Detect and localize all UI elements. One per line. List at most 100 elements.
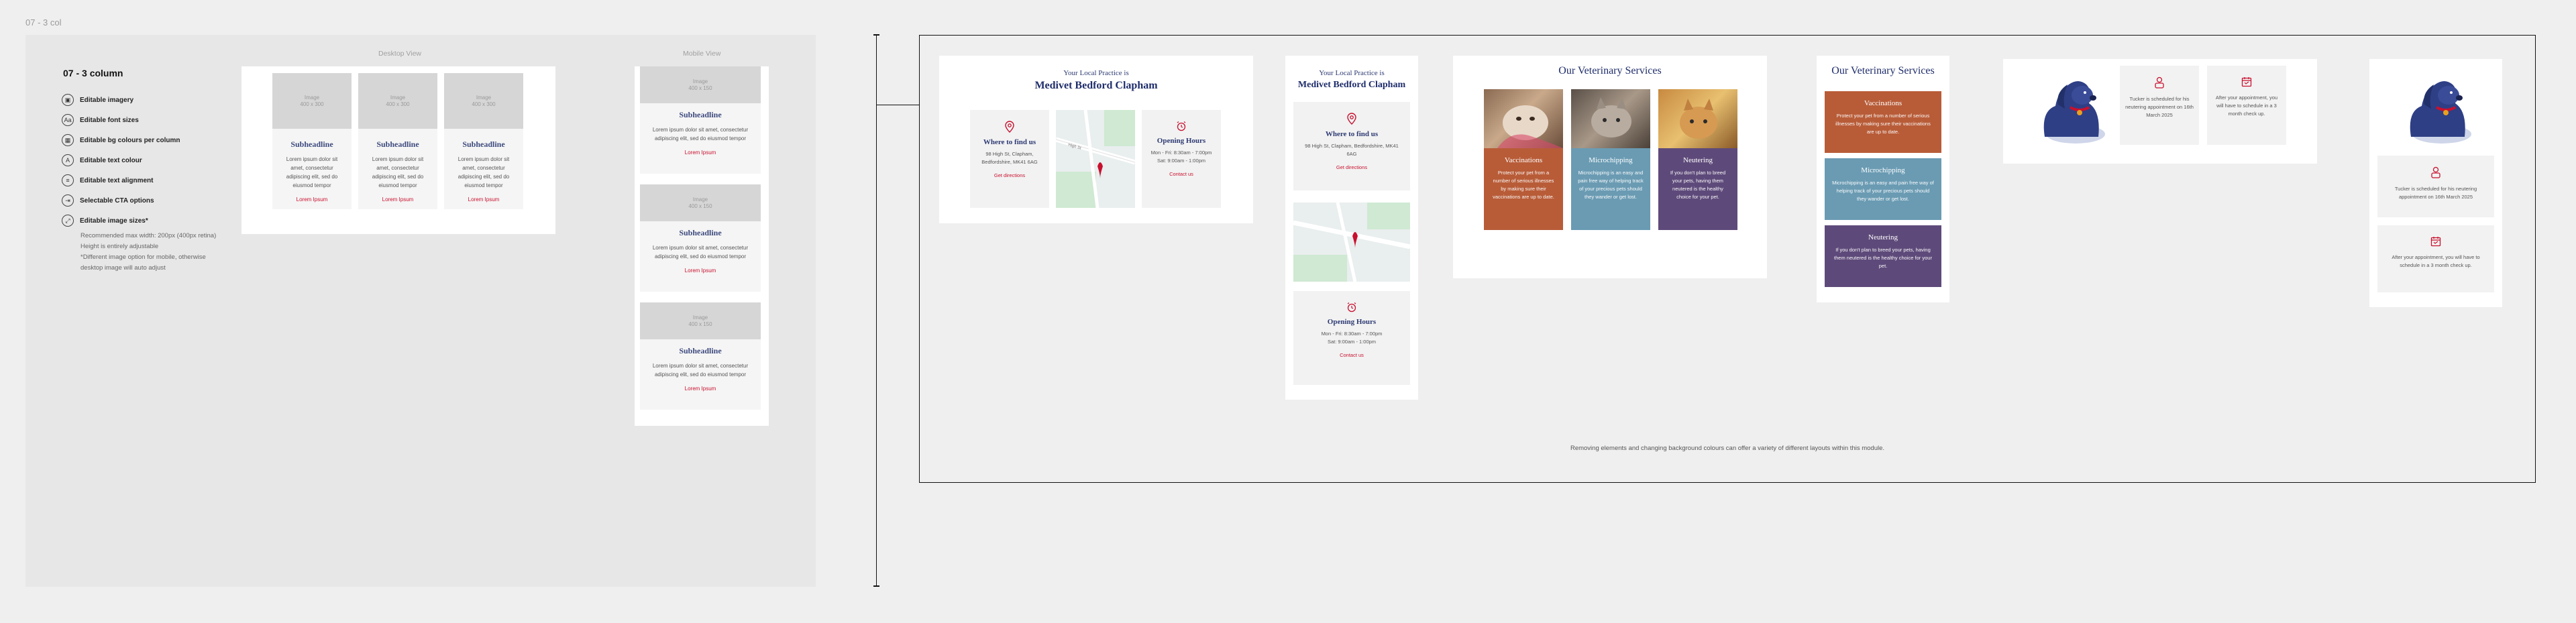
card-subheadline: Subheadline [376,139,419,149]
template-card: Image 400 x 300 Subheadline Lorem ipsum d… [272,73,352,209]
service-title: Neutering [1868,233,1898,241]
card-cta-link[interactable]: Lorem Ipsum [358,196,437,203]
service-text: Protect your pet from a number of seriou… [1493,170,1554,200]
pet-photo-cat [1571,89,1650,148]
pet-photo-dog [1484,89,1563,148]
template-card: Image 400 x 300 Subheadline Lorem ipsum d… [444,73,523,209]
person-icon [2155,76,2164,89]
card-body: Lorem ipsum dolor sit amet, consectetur … [286,156,338,188]
card-cta-link[interactable]: Lorem Ipsum [640,150,761,156]
dog-illustration [2043,81,2105,144]
hours-card: Opening Hours Mon - Fri: 8:30am - 7:00pm… [1293,291,1410,385]
connector-tick [873,585,879,587]
frame-name: 07 - 3 col [25,17,62,27]
image-icon: ▣ [62,94,74,106]
image-size-icon: ⤢ [62,215,74,227]
text-align-icon: ≡ [62,174,74,186]
service-column-microchipping: Microchipping Microchipping is an easy a… [1825,158,1941,220]
spec-item: ≡ Editable text alignment [62,170,236,190]
directions-link[interactable]: Get directions [970,172,1049,178]
location-pin-icon [1005,121,1014,133]
reminder-card: Tucker is scheduled for his neutering ap… [2120,66,2199,145]
bg-colour-icon: ▦ [62,134,74,146]
hours-line: Sat: 9:00am - 1:00pm [1157,158,1206,164]
contact-link[interactable]: Contact us [1293,352,1410,358]
alarm-clock-icon [1347,302,1356,313]
card-cta-link[interactable]: Lorem Ipsum [272,196,352,203]
image-placeholder-label: Image [390,94,406,101]
address: 98 High St, Clapham, Bedfordshire, MK41 … [981,151,1038,165]
image-placeholder-size: 400 x 300 [300,101,324,107]
spec-label: Editable image sizes* [80,217,148,225]
image-placeholder-label: Image [692,78,708,84]
service-text: If you don't plan to breed your pets, ha… [1670,170,1726,200]
spec-label: Editable font sizes [80,116,139,124]
image-placeholder-size: 400 x 150 [688,84,712,91]
image-placeholder-label: Image [476,94,492,101]
reminder-card: Tucker is scheduled for his neutering ap… [2377,156,2494,217]
reminder-text: After your appointment, you will have to… [2392,254,2480,268]
service-title: Neutering [1683,156,1713,164]
spec-title: 07 - 3 column [63,68,123,78]
spec-label: Editable bg colours per column [80,136,180,144]
practice-kicker: Your Local Practice is [1319,69,1385,77]
card-cta-link[interactable]: Lorem Ipsum [444,196,523,203]
person-icon [2431,166,2440,178]
contact-link[interactable]: Contact us [1142,171,1221,177]
image-placeholder: Image 400 x 150 [640,66,761,103]
spec-note: Recommended max width: 200px (400px reti… [80,232,217,239]
spec-label: Selectable CTA options [80,196,154,205]
card-body: Lorem ipsum dolor sit amet, consectetur … [652,127,749,141]
calendar-icon [2430,237,2441,247]
card-body: Lorem ipsum dolor sit amet, consectetur … [458,156,510,188]
where-title: Where to find us [983,138,1036,146]
card-cta-link[interactable]: Lorem Ipsum [640,268,761,274]
image-placeholder: Image 400 x 300 [444,73,523,129]
hours-title: Opening Hours [1157,137,1206,145]
service-column-vaccinations: Vaccinations Protect your pet from a num… [1484,148,1563,230]
services-title: Our Veterinary Services [1558,65,1662,76]
hours-line: Sat: 9:00am - 1:00pm [1327,339,1377,345]
spec-list: ▣ Editable imagery Aa Editable font sizes … [62,90,236,274]
dog-illustration [2410,81,2471,144]
spec-item: ⤢ Editable image sizes* [62,211,236,231]
practice-kicker: Your Local Practice is [1063,69,1129,77]
image-placeholder-size: 400 x 300 [472,101,496,107]
reminder-text: Tucker is scheduled for his neutering ap… [2125,96,2194,118]
cta-icon: ⇥ [62,194,74,207]
map[interactable]: High St [1056,110,1135,208]
image-placeholder-label: Image [304,94,320,101]
alarm-clock-icon [1177,121,1186,131]
card-body: Lorem ipsum dolor sit amet, consectetur … [372,156,424,188]
practice-name: Medivet Bedford Clapham [1034,80,1158,91]
where-title: Where to find us [1325,130,1379,138]
card-cta-link[interactable]: Lorem Ipsum [640,386,761,392]
service-title: Vaccinations [1864,99,1902,107]
service-text: Microchipping is an easy and pain free w… [1578,170,1644,200]
spec-item: A Editable text colour [62,150,236,170]
service-title: Vaccinations [1504,156,1543,164]
mobile-card: Image 400 x 150 Subheadline Lorem ipsum d… [640,302,761,410]
spec-item: Aa Editable font sizes [62,110,236,130]
image-placeholder-size: 400 x 150 [688,203,712,209]
service-column-neutering: Neutering If you don't plan to breed you… [1658,148,1737,230]
where-card: Where to find us 98 High St, Clapham, Be… [1293,102,1410,190]
reminder-text: After your appointment, you will have to… [2215,95,2278,117]
service-column-neutering: Neutering If you don't plan to breed you… [1825,225,1941,287]
service-text: If you don't plan to breed your pets, ha… [1834,247,1932,269]
card-body: Lorem ipsum dolor sit amet, consectetur … [652,363,749,378]
directions-link[interactable]: Get directions [1293,164,1410,170]
service-title: Microchipping [1589,156,1633,164]
spec-item: ▣ Editable imagery [62,90,236,110]
address: 98 High St, Clapham, Bedfordshire, MK41 … [1305,143,1399,157]
mobile-view-label: Mobile View [683,50,721,58]
footer-note: Removing elements and changing backgroun… [1570,445,1885,452]
map[interactable] [1293,203,1410,282]
spec-label: Editable imagery [80,96,134,104]
image-placeholder: Image 400 x 150 [640,302,761,339]
spec-note: Height is entirely adjustable [80,243,159,250]
hours-line: Mon - Fri: 8:30am - 7:00pm [1150,150,1212,156]
font-size-icon: Aa [62,114,74,126]
spec-note: desktop image will auto adjust [80,264,166,272]
reminder-card: After your appointment, you will have to… [2207,66,2286,145]
